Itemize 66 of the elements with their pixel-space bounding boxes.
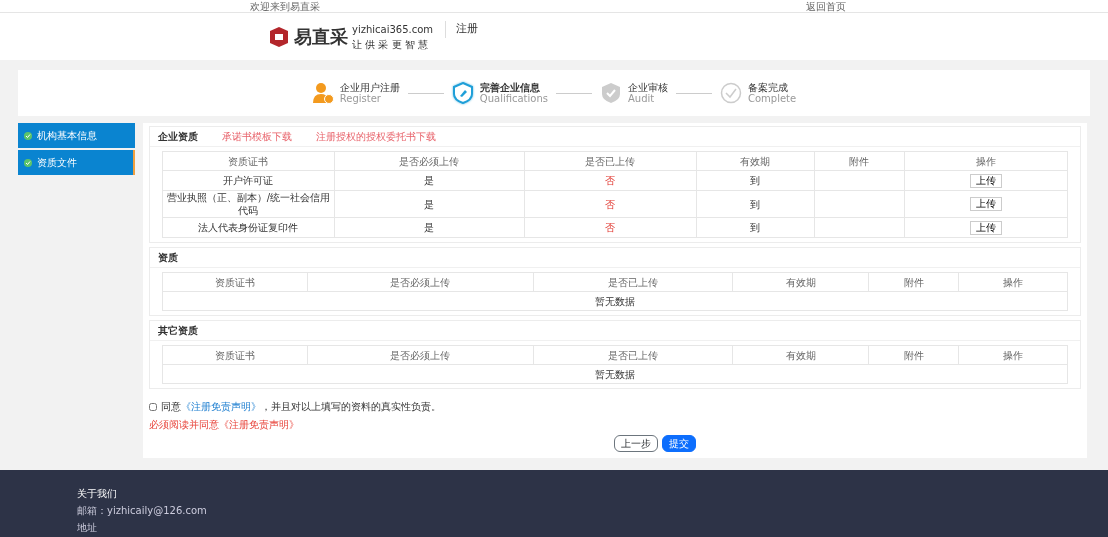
agreement-text: 同意《注册免责声明》，并且对以上填写的资料的真实性负责。 <box>161 400 441 414</box>
agree-checkbox[interactable] <box>149 402 157 411</box>
upload-button[interactable]: 上传 <box>970 173 1003 188</box>
table-cell: 营业执照（正、副本）/统一社会信用代码 <box>162 190 335 218</box>
step-title: 企业审核 <box>628 82 668 93</box>
column-header: 是否已上传 <box>524 151 697 171</box>
table-cell: 法人代表身份证复印件 <box>162 217 335 238</box>
footer-address: 地址 <box>77 521 98 535</box>
step-title: 企业用户注册 <box>339 82 400 93</box>
column-header: 资质证书 <box>162 345 308 365</box>
logo-slogan: 让 供 采 更 智 慧 <box>352 37 429 52</box>
logo-name: 易直采 <box>294 25 348 49</box>
table-cell: 否 <box>524 190 697 218</box>
section-title: 其它资质 <box>158 324 198 338</box>
page-title: 注册 <box>445 21 479 38</box>
column-header: 附件 <box>868 272 959 292</box>
disclaimer-link[interactable]: 《注册免责声明》 <box>181 401 261 412</box>
column-header: 操作 <box>904 151 1068 171</box>
table-cell: 到 <box>696 190 815 218</box>
step-subtitle: Qualifications <box>479 93 548 104</box>
empty-message: 暂无数据 <box>162 364 1068 384</box>
footer-email: 邮箱：yizhicaily@126.com <box>77 504 208 518</box>
home-link[interactable]: 返回首页 <box>806 0 846 12</box>
table-cell: 否 <box>524 217 697 238</box>
column-header: 是否必须上传 <box>307 345 534 365</box>
download-link[interactable]: 承诺书模板下载 <box>222 129 292 144</box>
download-link[interactable]: 注册授权的授权委托书下载 <box>316 129 436 144</box>
table-cell: 开户许可证 <box>162 170 335 191</box>
welcome-text: 欢迎来到易直采 <box>250 0 320 12</box>
submit-button[interactable]: 提交 <box>662 435 696 452</box>
step-subtitle: Complete <box>748 93 797 104</box>
column-header: 资质证书 <box>162 151 335 171</box>
step-subtitle: Register <box>339 93 382 104</box>
logo-domain: yizhicai365.com <box>352 22 434 37</box>
logo-icon <box>268 25 290 48</box>
upload-button[interactable]: 上传 <box>970 220 1003 235</box>
table-cell: 否 <box>524 170 697 191</box>
column-header: 操作 <box>958 345 1068 365</box>
empty-message: 暂无数据 <box>162 291 1068 311</box>
sidebar-item[interactable]: 机构基本信息 <box>18 123 135 148</box>
column-header: 操作 <box>958 272 1068 292</box>
column-header: 是否必须上传 <box>307 272 534 292</box>
error-message: 必须阅读并同意《注册免责声明》 <box>149 418 300 432</box>
section-title: 资质 <box>158 251 178 265</box>
table-cell: 到 <box>696 170 815 191</box>
table-cell: 是 <box>334 217 525 238</box>
table-cell: 是 <box>334 170 525 191</box>
upload-button[interactable]: 上传 <box>970 197 1003 211</box>
step-subtitle: Audit <box>628 93 656 104</box>
column-header: 资质证书 <box>162 272 308 292</box>
previous-button[interactable]: 上一步 <box>614 435 658 452</box>
column-header: 是否已上传 <box>533 345 733 365</box>
column-header: 附件 <box>814 151 905 171</box>
column-header: 有效期 <box>732 272 869 292</box>
column-header: 有效期 <box>732 345 869 365</box>
sidebar-item[interactable]: 资质文件 <box>18 150 135 175</box>
section-title: 企业资质 <box>158 130 198 144</box>
column-header: 是否已上传 <box>533 272 733 292</box>
step-title: 备案完成 <box>748 82 789 93</box>
table-cell: 是 <box>334 190 525 218</box>
footer-title: 关于我们 <box>77 487 118 501</box>
table-cell: 到 <box>696 217 815 238</box>
step-title: 完善企业信息 <box>479 82 541 93</box>
column-header: 是否必须上传 <box>334 151 525 171</box>
column-header: 附件 <box>868 345 959 365</box>
column-header: 有效期 <box>696 151 815 171</box>
